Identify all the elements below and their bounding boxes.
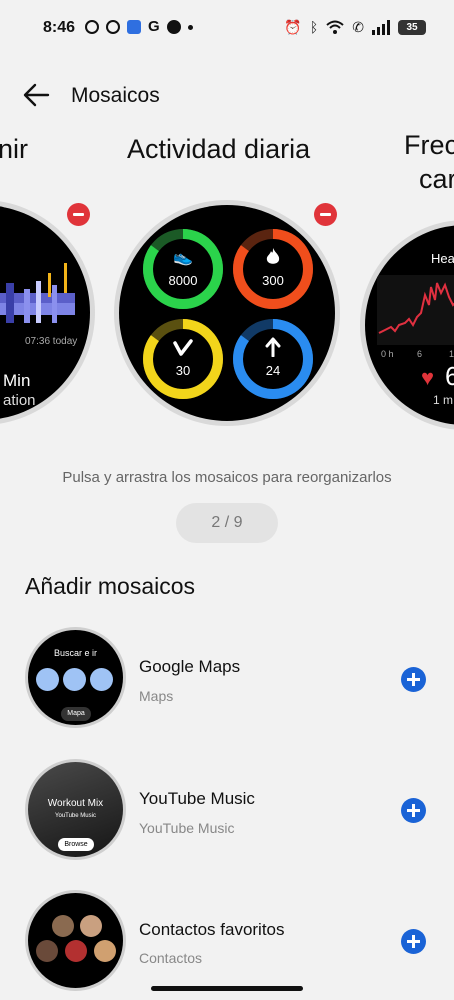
contact-avatar	[52, 915, 74, 937]
tile-left[interactable]: 07:36 today Min ation	[0, 200, 95, 425]
sleep-time-label: 07:36 today	[25, 336, 78, 347]
maps-thumb-title: Buscar e ir	[53, 648, 97, 658]
heart-rate-sub: 1 m	[433, 393, 454, 407]
heart-rate-header: Hea	[431, 251, 454, 266]
alarm-icon: ⏰	[284, 19, 302, 35]
mic-icon	[90, 668, 113, 691]
contact-avatar	[94, 940, 116, 962]
tile-name-youtube-music: YouTube Music	[139, 789, 255, 808]
add-contacts-button[interactable]	[401, 929, 426, 954]
sleep-duration: Min	[3, 371, 31, 390]
activity-icon	[173, 339, 193, 356]
floors-value: 24	[265, 363, 281, 378]
contact-avatar	[36, 940, 58, 962]
add-tile-row-youtube-music[interactable]: Workout Mix YouTube Music Browse YouTube…	[0, 759, 454, 869]
music-thumb-title: Workout Mix	[47, 798, 104, 809]
axis-label-1: 6	[417, 349, 423, 359]
remove-tile-left-button[interactable]	[67, 203, 90, 226]
sleep-chart-icon	[0, 263, 75, 323]
heart-icon: ♥	[421, 365, 435, 390]
ring-calories: 300	[231, 227, 315, 311]
remove-tile-activity-button[interactable]	[314, 203, 337, 226]
location-icon	[85, 20, 99, 34]
tile-name-google-maps: Google Maps	[139, 657, 241, 676]
tile-source-contacts: Contactos	[139, 950, 203, 966]
status-bar: 8:46 G ⏰ ᛒ ✆ 35	[0, 0, 454, 58]
add-tile-row-contacts[interactable]: Contactos favoritos Contactos	[0, 890, 454, 1000]
call-icon: ✆	[352, 19, 364, 35]
music-thumb-sub: YouTube Music	[55, 813, 96, 819]
home-icon	[36, 668, 59, 691]
whatsapp-icon	[106, 20, 120, 34]
calories-value: 300	[262, 273, 284, 288]
bluetooth-icon: ᛒ	[309, 19, 319, 35]
add-google-maps-button[interactable]	[401, 667, 426, 692]
tile-source-google-maps: Maps	[139, 688, 174, 704]
system-icons: ⏰ ᛒ ✆ 35	[284, 19, 426, 35]
google-icon: G	[148, 18, 160, 35]
dot-icon	[187, 24, 193, 30]
tile-activity[interactable]: 👟 8000 300 30 24	[114, 200, 340, 426]
tile-carousel[interactable]: nir 07:36 today Min ation Actividad diar…	[0, 120, 454, 440]
tile-activity-face: 👟 8000 300 30 24	[119, 205, 335, 421]
ring-active-minutes: 30	[141, 317, 225, 401]
tile-source-youtube-music: YouTube Music	[139, 820, 235, 836]
add-youtube-music-button[interactable]	[401, 798, 426, 823]
tile-title-center: Actividad diaria	[127, 134, 311, 164]
notification-icons: G	[85, 18, 193, 35]
flame-icon	[266, 248, 280, 264]
add-tiles-title: Añadir mosaicos	[25, 573, 196, 599]
add-tile-row-google-maps[interactable]: Buscar e ir Mapa Google Maps Maps	[0, 627, 454, 737]
gesture-nav-bar[interactable]	[151, 986, 303, 991]
tile-left-face: 07:36 today Min ation	[0, 205, 90, 420]
heart-rate-chart	[377, 275, 454, 345]
arrow-up-icon	[265, 337, 281, 357]
work-icon	[63, 668, 86, 691]
battery-icon: 35	[398, 19, 426, 35]
maps-thumb-button: Mapa	[61, 707, 91, 721]
music-thumb-button: Browse	[58, 838, 94, 851]
youtube-music-thumbnail: Workout Mix YouTube Music Browse	[25, 759, 126, 860]
app-icon	[127, 20, 141, 34]
tile-title-right-line1: Frec	[404, 130, 454, 160]
reorder-hint: Pulsa y arrastra los mosaicos para reorg…	[62, 469, 392, 486]
tile-heart-rate-face: Hea 0 h 6 12 ♥ 6 1 m	[365, 225, 454, 425]
ring-steps: 👟 8000	[141, 227, 225, 311]
sleep-label: ation	[3, 392, 36, 409]
back-arrow-icon[interactable]	[22, 82, 50, 108]
contacts-thumbnail	[25, 890, 126, 991]
active-minutes-value: 30	[175, 363, 191, 378]
tile-name-contacts: Contactos favoritos	[139, 920, 285, 939]
heart-rate-value: 6	[445, 361, 454, 391]
page-title: Mosaicos	[71, 84, 160, 107]
axis-label-2: 12	[449, 349, 454, 359]
signal-icon	[372, 19, 390, 35]
steps-value: 8000	[168, 273, 198, 288]
status-time: 8:46	[43, 19, 76, 36]
contact-avatar	[65, 940, 87, 962]
contact-avatar	[80, 915, 102, 937]
wifi-icon	[326, 20, 344, 34]
ring-floors: 24	[231, 317, 315, 401]
google-maps-thumbnail: Buscar e ir Mapa	[25, 627, 126, 728]
tile-title-left: nir	[0, 134, 29, 164]
tile-heart-rate[interactable]: Hea 0 h 6 12 ♥ 6 1 m	[360, 220, 454, 430]
axis-label-0: 0 h	[381, 349, 394, 359]
tile-title-right-line2: car	[419, 164, 454, 194]
record-icon	[166, 20, 181, 34]
shoe-icon: 👟	[173, 249, 193, 266]
page-indicator: 2 / 9	[176, 503, 278, 543]
